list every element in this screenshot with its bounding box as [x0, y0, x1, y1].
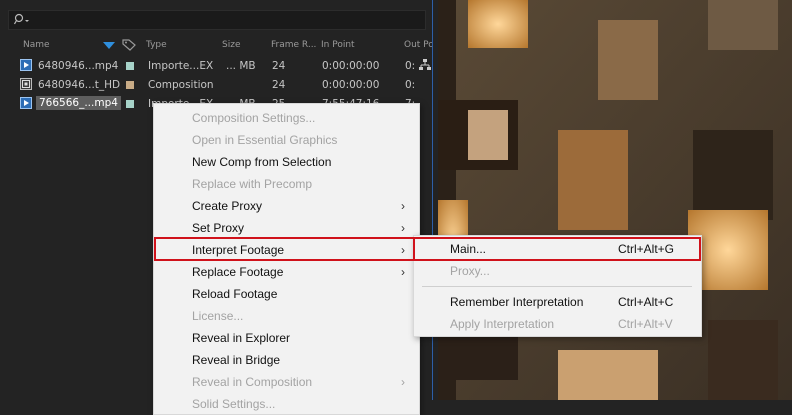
footage-file-icon [20, 59, 32, 71]
chevron-right-icon: › [401, 199, 405, 213]
col-type[interactable]: Type [146, 40, 167, 50]
menu-reload-footage[interactable]: Reload Footage [154, 283, 419, 305]
chevron-right-icon: › [401, 265, 405, 279]
chevron-right-icon: › [401, 375, 405, 389]
item-name: 6480946...t_HD [38, 79, 121, 91]
composition-icon [20, 78, 32, 90]
submenu-remember-interpretation[interactable]: Remember Interpretation Ctrl+Alt+C [414, 291, 701, 313]
menu-solid-settings[interactable]: Solid Settings... [154, 393, 419, 415]
col-size[interactable]: Size [222, 40, 240, 50]
menu-reveal-in-explorer[interactable]: Reveal in Explorer [154, 327, 419, 349]
menu-replace-footage[interactable]: Replace Footage › [154, 261, 419, 283]
col-frame-rate[interactable]: Frame R... [271, 40, 316, 50]
item-name: 766566_...mp4 [36, 96, 121, 110]
menu-reveal-in-composition[interactable]: Reveal in Composition › [154, 371, 419, 393]
submenu-proxy[interactable]: Proxy... [414, 260, 701, 282]
item-out-point: 0: [405, 60, 416, 72]
footage-file-icon [20, 97, 32, 109]
item-size: ... MB [226, 60, 256, 72]
highlight-main [413, 237, 701, 261]
column-header: Name Type Size Frame R... In Point Out P… [0, 38, 436, 54]
item-in-point: 0:00:00:00 [322, 60, 380, 72]
label-swatch[interactable] [126, 81, 134, 89]
menu-separator [422, 286, 692, 287]
menu-reveal-in-bridge[interactable]: Reveal in Bridge [154, 349, 419, 371]
flowchart-icon[interactable] [418, 58, 432, 72]
col-in-point[interactable]: In Point [321, 40, 355, 50]
composition-viewer[interactable] [438, 0, 792, 400]
menu-license[interactable]: License... [154, 305, 419, 327]
item-in-point: 0:00:00:00 [322, 79, 380, 91]
menu-create-proxy[interactable]: Create Proxy › [154, 195, 419, 217]
item-type: Importe...EX [148, 60, 214, 72]
menu-composition-settings[interactable]: Composition Settings... [154, 107, 419, 129]
item-name: 6480946...mp4 [38, 60, 119, 72]
project-row[interactable]: 6480946...mp4 Importe...EX ... MB 24 0:0… [16, 57, 432, 75]
label-tag-icon[interactable] [122, 39, 136, 51]
col-name[interactable]: Name [23, 40, 50, 50]
menu-set-proxy[interactable]: Set Proxy › [154, 217, 419, 239]
label-swatch[interactable] [126, 100, 134, 108]
menu-open-essential-graphics[interactable]: Open in Essential Graphics [154, 129, 419, 151]
search-icon [14, 13, 29, 25]
submenu-apply-interpretation[interactable]: Apply Interpretation Ctrl+Alt+V [414, 313, 701, 335]
search-field[interactable] [8, 10, 426, 30]
sort-descending-icon[interactable] [103, 42, 115, 49]
chevron-right-icon: › [401, 221, 405, 235]
item-type: Composition [148, 79, 214, 91]
building-night-image [438, 0, 792, 400]
item-frame-rate: 24 [272, 60, 286, 72]
label-swatch[interactable] [126, 62, 134, 70]
menu-replace-with-precomp[interactable]: Replace with Precomp [154, 173, 419, 195]
item-out-point: 0: [405, 79, 416, 91]
highlight-interpret-footage [154, 237, 415, 261]
item-frame-rate: 24 [272, 79, 286, 91]
project-row[interactable]: 6480946...t_HD Composition 24 0:00:00:00… [16, 76, 432, 94]
menu-new-comp-from-selection[interactable]: New Comp from Selection [154, 151, 419, 173]
